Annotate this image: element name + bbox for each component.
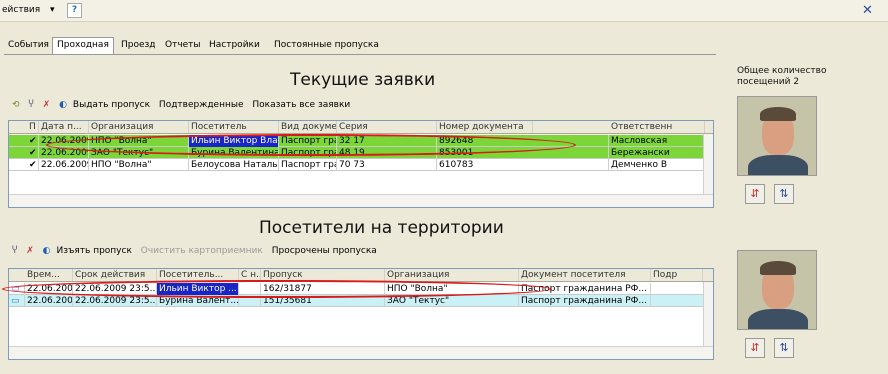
issue-pass-button[interactable]: Выдать пропуск — [73, 100, 150, 110]
refresh-icon[interactable]: ⟲ — [12, 100, 20, 110]
row-org: НПО "Волна" — [89, 159, 189, 171]
row-series: 70 73 — [337, 159, 437, 171]
visits-count-label: Общее количество посещений 2 — [737, 66, 827, 87]
filter-icon[interactable]: Ⴤ — [12, 246, 17, 256]
col-valid[interactable]: Срок действия — [73, 269, 157, 281]
row-number: 610783 — [437, 159, 609, 171]
row-resp: Масловская — [609, 135, 705, 147]
col-responsible[interactable]: Ответственн — [609, 121, 705, 133]
col-visitor[interactable]: Посетитель — [189, 121, 279, 133]
withdraw-pass-button[interactable]: Изъять пропуск — [57, 246, 132, 256]
row-check[interactable]: ✔ — [27, 135, 39, 147]
photo-capture-icon[interactable]: ⇵ — [745, 184, 765, 204]
territory-toolbar: Ⴤ ✗ ◐ Изъять пропуск Очистить картоприемн… — [12, 246, 383, 262]
col-doctype[interactable]: Вид докумен... — [279, 121, 337, 133]
col-org[interactable]: Организация — [385, 269, 519, 281]
tab-checkpoint[interactable]: Проходная — [52, 37, 114, 54]
confirmed-button[interactable]: Подтвержденные — [159, 100, 244, 110]
issue-pass-icon[interactable]: ◐ — [59, 100, 67, 110]
clear-cardreader-button[interactable]: Очистить картоприемник — [141, 246, 263, 256]
help-button[interactable]: ? — [67, 3, 82, 18]
tab-passage[interactable]: Проезд — [117, 38, 160, 54]
horizontal-scrollbar[interactable] — [9, 346, 713, 359]
clear-filter-icon[interactable]: ✗ — [43, 100, 51, 110]
col-p[interactable]: П — [27, 121, 39, 133]
col-document[interactable]: Документ посетителя — [519, 269, 651, 281]
current-requests-title: Текущие заявки — [290, 70, 436, 90]
col-org[interactable]: Организация — [89, 121, 189, 133]
vertical-scrollbar[interactable] — [703, 282, 713, 348]
menu-dropdown-icon[interactable]: ▾ — [50, 5, 55, 15]
photo-load-icon[interactable]: ⇅ — [774, 184, 794, 204]
tab-settings[interactable]: Настройки — [205, 38, 264, 54]
actions-menu[interactable]: ействия — [2, 5, 40, 15]
filter-icon[interactable]: Ⴤ — [28, 100, 33, 110]
expired-passes-button[interactable]: Просрочены пропуска — [272, 246, 377, 256]
photo-capture-icon[interactable]: ⇵ — [745, 338, 765, 358]
territory-title: Посетители на территории — [259, 218, 504, 238]
col-date[interactable]: Дата п... — [39, 121, 89, 133]
row-check[interactable]: ✔ — [27, 159, 39, 171]
current-header: П Дата п... Организация Посетитель Вид д… — [9, 121, 713, 134]
clear-filter-icon[interactable]: ✗ — [26, 246, 34, 256]
col-number[interactable]: Номер документа — [437, 121, 533, 133]
current-requests-grid: П Дата п... Организация Посетитель Вид д… — [8, 120, 714, 208]
row-time: 22.06.200... — [27, 295, 73, 307]
row-doc: Паспорт гра... — [279, 159, 337, 171]
current-toolbar: ⟲ Ⴤ ✗ ◐ Выдать пропуск Подтвержденные Пок… — [12, 100, 356, 116]
row-doc: Паспорт гражданина РФ... — [519, 295, 651, 307]
row-visitor: Белоусова Наталья... — [191, 159, 279, 171]
col-series[interactable]: Серия — [337, 121, 437, 133]
visitor-photo — [737, 96, 817, 176]
highlight-oval — [46, 134, 576, 156]
photo-load-icon[interactable]: ⇅ — [774, 338, 794, 358]
row-date: 22.06.2009 — [41, 159, 89, 171]
tab-events[interactable]: События — [4, 38, 53, 54]
close-button[interactable]: ✕ — [862, 3, 873, 18]
card-icon: ▭ — [9, 295, 25, 307]
row-resp: Бережански — [609, 147, 705, 159]
visitor-photo-2 — [737, 250, 817, 330]
col-dept[interactable]: Подр — [651, 269, 703, 281]
show-all-button[interactable]: Показать все заявки — [252, 100, 350, 110]
tab-permanent-passes[interactable]: Постоянные пропуска — [270, 38, 383, 54]
table-row[interactable]: ✔ 22.06.2009 НПО "Волна" Белоусова Натал… — [9, 159, 713, 171]
top-bar: ействия ▾ ? ✕ — [0, 0, 888, 22]
row-check[interactable]: ✔ — [27, 147, 39, 159]
highlight-oval — [2, 280, 552, 298]
col-time[interactable]: Врем... — [25, 269, 73, 281]
tab-divider — [4, 54, 716, 55]
tab-reports[interactable]: Отчеты — [161, 38, 205, 54]
vertical-scrollbar[interactable] — [703, 134, 713, 195]
withdraw-pass-icon[interactable]: ◐ — [43, 246, 51, 256]
row-resp: Демченко В — [609, 159, 705, 171]
horizontal-scrollbar[interactable] — [9, 194, 713, 207]
